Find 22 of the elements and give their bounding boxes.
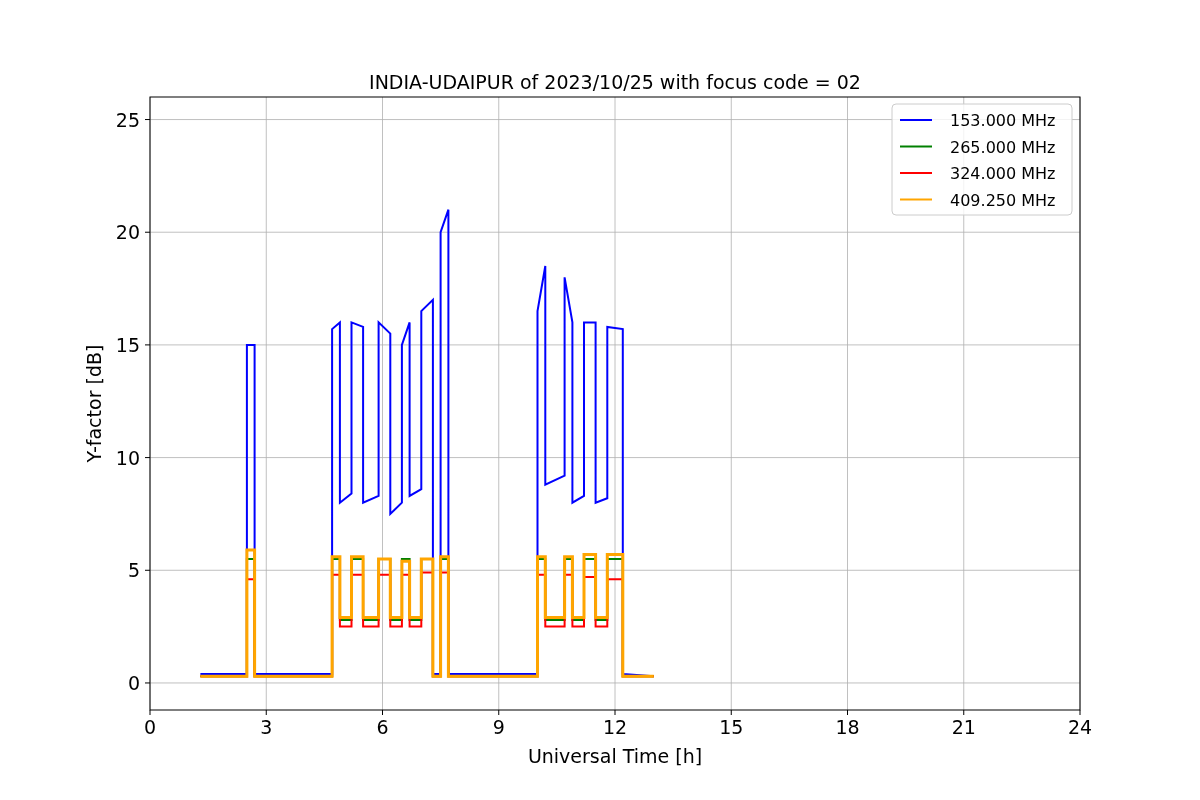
- legend-label: 409.250 MHz: [950, 190, 1056, 210]
- tick-label: 10: [115, 446, 140, 469]
- tick-label: 5: [127, 559, 140, 582]
- tick-label: 24: [1067, 716, 1093, 738]
- x-axis-label: Universal Time [h]: [527, 745, 703, 767]
- tick-label: 12: [602, 716, 628, 738]
- legend-label: 265.000 MHz: [950, 137, 1056, 157]
- tick-label: 15: [115, 333, 140, 356]
- tick-label: 0: [143, 716, 157, 738]
- y-axis-label: Y-factor [dB]: [83, 344, 105, 463]
- chart-title: INDIA-UDAIPUR of 2023/10/25 with focus code = 02: [369, 71, 861, 93]
- tick-label: 18: [835, 716, 860, 738]
- tick-label: 15: [719, 716, 744, 738]
- tick-label: 3: [260, 716, 273, 738]
- legend-label: 324.000 MHz: [950, 164, 1056, 183]
- tick-label: 25: [115, 108, 140, 131]
- legend-label: 153.000 MHz: [950, 111, 1056, 130]
- tick-label: 0: [127, 671, 140, 694]
- tick-label: 9: [492, 716, 505, 738]
- tick-label: 21: [951, 716, 976, 738]
- tick-label: 6: [376, 716, 389, 738]
- tick-label: 20: [115, 221, 140, 244]
